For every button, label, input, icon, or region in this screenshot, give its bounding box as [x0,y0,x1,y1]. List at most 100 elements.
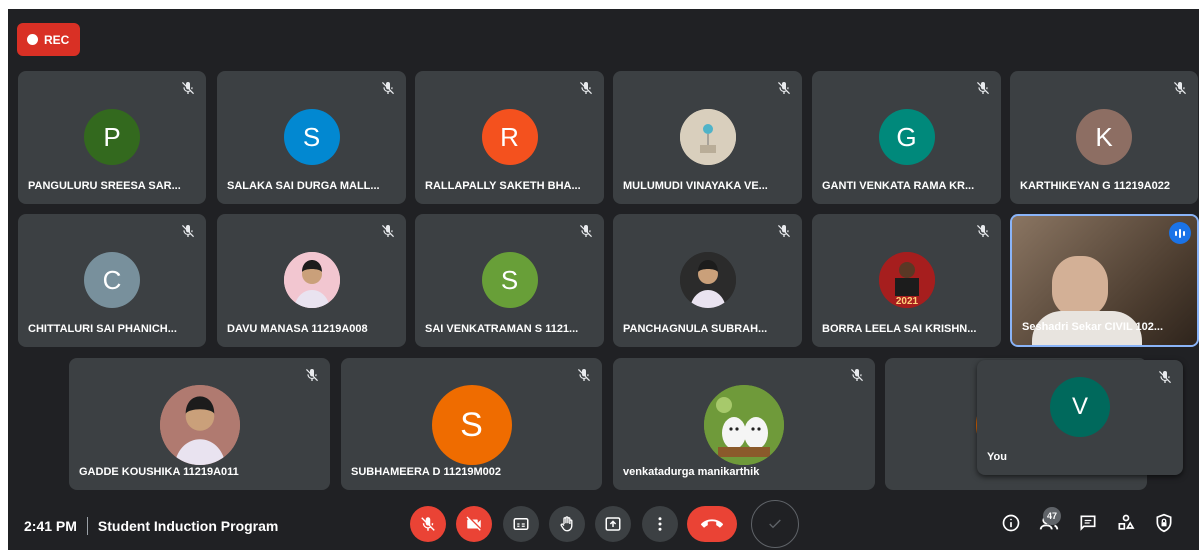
self-avatar: V [1050,377,1110,437]
mic-toggle-button[interactable] [410,506,446,542]
people-count-badge: 47 [1043,507,1061,525]
more-options-button[interactable] [642,506,678,542]
avatar-initial: C [102,264,122,295]
avatar-initial: K [1095,121,1113,152]
raise-hand-button[interactable] [549,506,585,542]
participant-tile[interactable]: C CHITTALURI SAI PHANICH... [18,214,206,347]
participant-avatar [679,109,736,165]
participant-tile[interactable]: P PANGULURU SREESA SAR... [18,71,206,204]
mic-off-icon [182,82,194,95]
participant-avatar [679,252,736,308]
mic-off-icon [580,82,592,95]
activities-button[interactable] [1114,511,1138,535]
captions-icon [513,518,529,530]
more-options-icon [658,517,662,531]
participant-tile[interactable]: R RALLAPALLY SAKETH BHA... [415,71,604,204]
present-button[interactable] [595,506,631,542]
mic-off-icon [1159,371,1171,384]
mic-off-icon [778,225,790,238]
participant-tile[interactable]: PANCHAGNULA SUBRAH... [613,214,802,347]
end-call-button[interactable] [687,506,737,542]
clock-time: 2:41 PM [24,518,77,534]
participant-name: PANGULURU SREESA SAR... [28,180,181,192]
chat-button[interactable] [1076,511,1100,535]
participant-avatar: 2021 [878,252,935,308]
meeting-stage: REC P PANGULURU SREESA SAR... S SALAKA SAI … [8,9,1199,550]
recording-label: REC [44,32,70,47]
camera-off-icon [466,516,481,531]
participant-avatar: S [481,252,538,308]
participant-name: PANCHAGNULA SUBRAH... [623,323,768,335]
participant-avatar: P [84,109,140,165]
avatar-initial: S [460,405,483,444]
participant-name: BORRA LEELA SAI KRISHN... [822,323,977,335]
mic-off-icon [977,225,989,238]
self-view[interactable]: V You [977,360,1183,475]
participant-avatar: S [283,109,340,165]
balloon-photo [679,109,736,165]
activities-icon [1118,514,1135,530]
checkmark-button[interactable] [751,500,799,548]
mic-off-icon [306,369,318,382]
host-controls-icon [1156,513,1172,533]
mic-off-icon [578,369,590,382]
cricket-photo: 2021 [878,252,935,308]
participant-tile[interactable]: S SAI VENKATRAMAN S 1121... [415,214,604,347]
record-dot-icon [27,34,38,45]
self-name: You [987,451,1007,463]
participant-tile[interactable]: venkatadurga manikarthik [613,358,875,490]
participant-tile[interactable]: S SALAKA SAI DURGA MALL... [217,71,406,204]
mic-off-icon [382,82,394,95]
participant-tile[interactable]: S SUBHAMEERA D 11219M002 [341,358,602,490]
participant-name: DAVU MANASA 11219A008 [227,323,368,335]
chat-icon [1080,515,1096,531]
participant-name: CHITTALURI SAI PHANICH... [28,323,177,335]
person-photo [283,252,340,308]
participant-avatar [283,252,340,308]
participant-tile[interactable]: Seshadri Sekar CIVIL 102... [1010,214,1199,347]
people-button[interactable]: 47 [1037,507,1061,535]
end-call-icon [701,519,723,528]
mic-off-icon [778,82,790,95]
puppies-photo [704,385,784,465]
avatar-initial: G [896,121,917,152]
present-icon [605,517,621,531]
mic-off-icon [1174,82,1186,95]
participant-name: Seshadri Sekar CIVIL 102... [1022,321,1164,333]
participant-avatar: G [878,109,935,165]
captions-button[interactable] [503,506,539,542]
recording-indicator: REC [17,23,80,56]
participant-tile[interactable]: MULUMUDI VINAYAKA VE... [613,71,802,204]
participant-tile[interactable]: 2021 BORRA LEELA SAI KRISHN... [812,214,1001,347]
participant-tile[interactable]: K KARTHIKEYAN G 11219A022 [1010,71,1198,204]
avatar-initial: R [500,121,519,152]
avatar-initial: P [103,121,121,152]
participant-name: venkatadurga manikarthik [623,466,760,478]
raise-hand-icon [560,516,573,532]
mic-off-icon [382,225,394,238]
host-controls-button[interactable] [1152,511,1176,535]
mic-off-icon [977,82,989,95]
participant-name: MULUMUDI VINAYAKA VE... [623,180,768,192]
divider [86,517,88,535]
person-photo [159,385,240,465]
participant-name: SAI VENKATRAMAN S 1121... [425,323,579,335]
meeting-details: 2:41 PM Student Induction Program [24,517,278,535]
meeting-title: Student Induction Program [97,518,279,534]
participant-name: KARTHIKEYAN G 11219A022 [1020,180,1170,192]
mic-off-icon [421,517,435,531]
participant-tile[interactable]: G GANTI VENKATA RAMA KR... [812,71,1001,204]
info-icon [1002,514,1020,532]
participant-name: SALAKA SAI DURGA MALL... [227,180,380,192]
meeting-info-button[interactable] [999,511,1023,535]
participant-avatar: K [1076,109,1132,165]
participant-tile[interactable]: DAVU MANASA 11219A008 [217,214,406,347]
avatar-initial: S [500,264,519,295]
avatar-initial: S [302,121,321,152]
participant-tile[interactable]: GADDE KOUSHIKA 11219A011 [69,358,330,490]
participant-avatar: C [84,252,140,308]
mic-off-icon [851,369,863,382]
camera-toggle-button[interactable] [456,506,492,542]
participant-name: GADDE KOUSHIKA 11219A011 [79,466,239,478]
mic-off-icon [182,225,194,238]
